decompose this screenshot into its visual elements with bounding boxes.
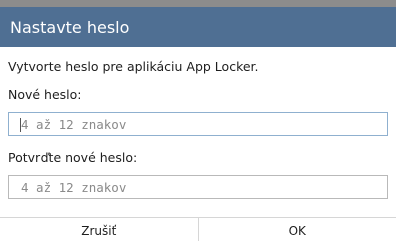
set-password-dialog: Nastavte heslo Vytvorte heslo pre apliká… (0, 7, 396, 241)
ok-button-label: OK (288, 224, 306, 238)
cancel-button-label: Zrušiť (81, 224, 117, 238)
new-password-label: Nové heslo: (8, 87, 82, 102)
confirm-password-input[interactable] (9, 176, 387, 198)
new-password-input[interactable] (9, 113, 387, 135)
dialog-button-bar: Zrušiť OK (0, 217, 396, 241)
ok-button[interactable]: OK (197, 218, 396, 241)
new-password-field-box (8, 112, 388, 136)
dialog-title: Nastavte heslo (10, 17, 130, 37)
cancel-button[interactable]: Zrušiť (0, 218, 198, 241)
dialog-title-bar: Nastavte heslo (0, 7, 396, 47)
dialog-message: Vytvorte heslo pre aplikáciu App Locker. (8, 59, 259, 74)
confirm-password-label: Potvrďte nové heslo: (8, 150, 138, 165)
status-bar-strip (0, 0, 396, 7)
confirm-password-field-box (8, 175, 388, 199)
text-cursor (20, 118, 21, 132)
dialog-content: Vytvorte heslo pre aplikáciu App Locker.… (0, 47, 396, 199)
